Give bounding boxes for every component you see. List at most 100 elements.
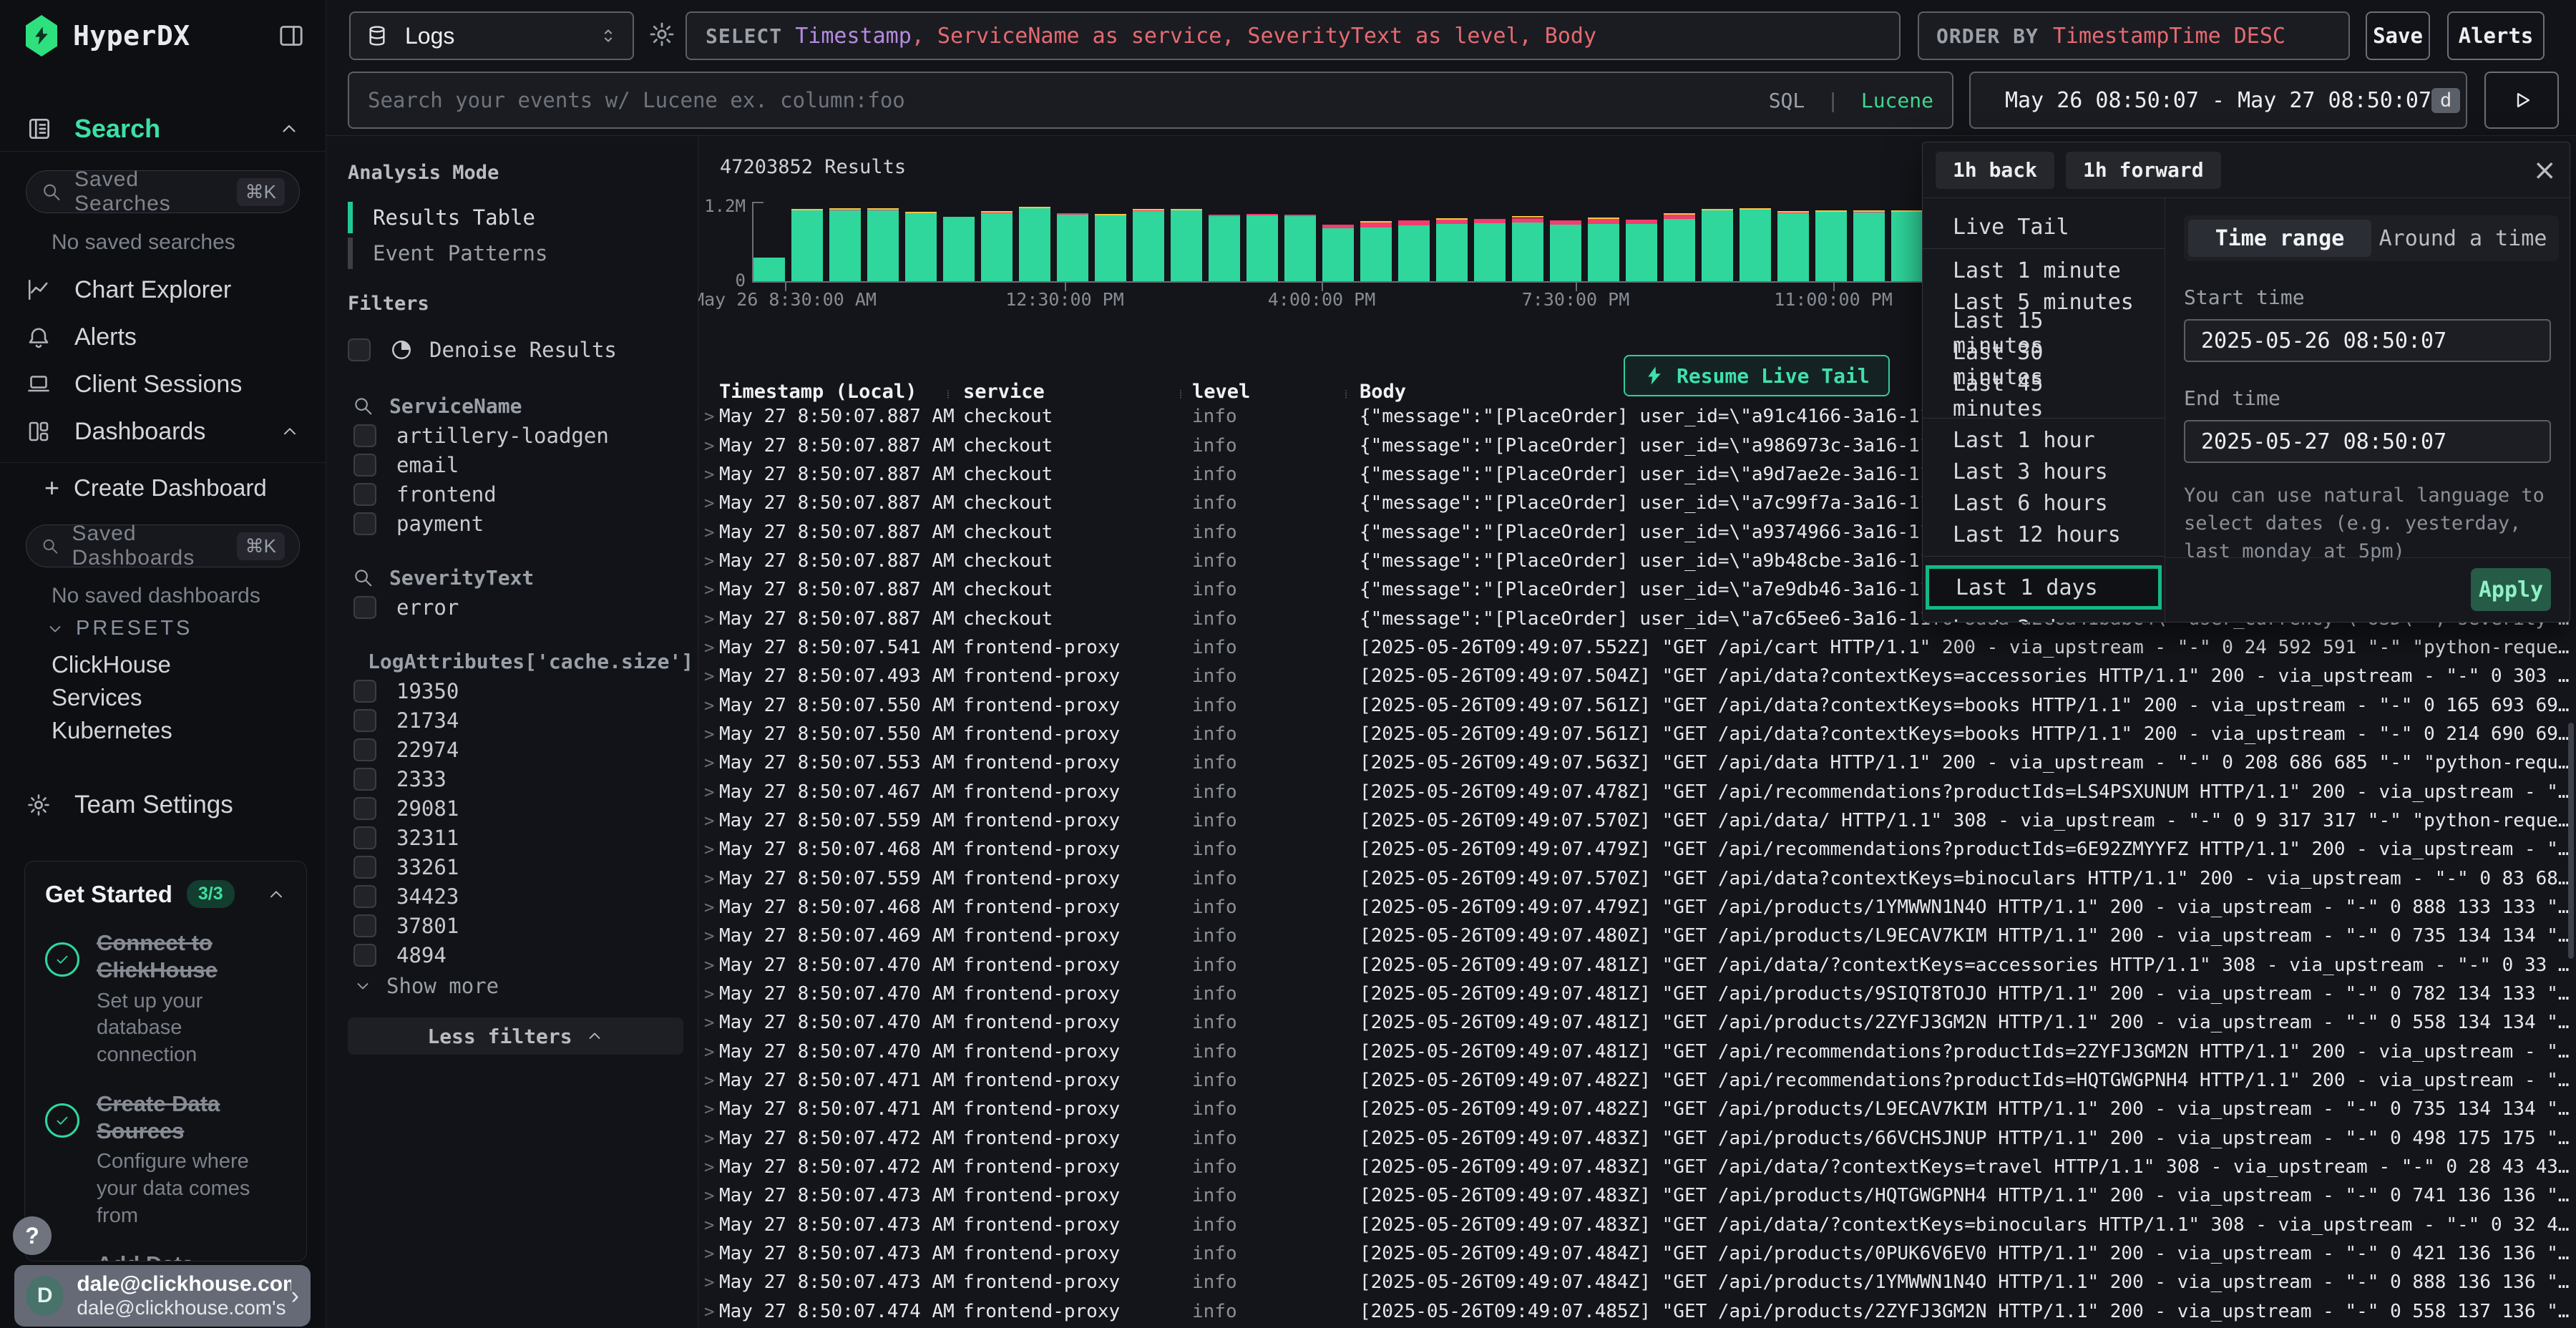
histogram-bar[interactable]	[1436, 220, 1468, 224]
expand-row-icon[interactable]: >	[704, 551, 719, 571]
histogram-bar[interactable]	[1550, 220, 1581, 225]
table-row[interactable]: >May 27 8:50:07.474 AMfrontend-proxyinfo…	[698, 1297, 2576, 1326]
filter-option[interactable]: 34423	[348, 882, 683, 911]
histogram-bar[interactable]	[1360, 221, 1392, 223]
histogram-bar[interactable]	[1284, 215, 1316, 216]
end-time-input[interactable]: 2025-05-27 08:50:07	[2184, 420, 2551, 463]
filter-option[interactable]: error	[348, 592, 683, 622]
checkbox[interactable]	[353, 944, 376, 967]
save-button[interactable]: Save	[2366, 11, 2430, 60]
histogram-bar[interactable]	[1740, 208, 1771, 210]
histogram-bar[interactable]	[981, 211, 1013, 213]
filter-option[interactable]: 4894	[348, 940, 683, 970]
filter-option[interactable]: 21734	[348, 706, 683, 735]
chevron-up-icon[interactable]	[278, 118, 300, 140]
histogram-bar[interactable]	[981, 213, 1013, 281]
histogram-bar[interactable]	[1019, 208, 1050, 281]
histogram-bar[interactable]	[1474, 219, 1506, 223]
user-account-chip[interactable]: D dale@clickhouse.com dale@clickhouse.co…	[14, 1265, 311, 1327]
expand-row-icon[interactable]: >	[704, 609, 719, 629]
checkbox[interactable]	[353, 512, 376, 535]
expand-row-icon[interactable]: >	[704, 1272, 719, 1292]
chevron-up-icon[interactable]	[280, 421, 300, 441]
analysis-mode-results-table[interactable]: Results Table	[348, 200, 683, 235]
histogram-bar[interactable]	[1398, 220, 1430, 225]
filter-option[interactable]: 2333	[348, 764, 683, 794]
histogram-bar[interactable]	[1512, 223, 1543, 281]
checkbox[interactable]	[353, 680, 376, 703]
checkbox[interactable]	[353, 454, 376, 477]
expand-row-icon[interactable]: >	[704, 724, 719, 744]
histogram-bar[interactable]	[1360, 228, 1392, 281]
sql-toggle[interactable]: SQL	[1769, 89, 1805, 112]
table-row[interactable]: >May 27 8:50:07.559 AMfrontend-proxyinfo…	[698, 806, 2576, 835]
filter-group-header[interactable]: ServiceName	[348, 391, 683, 421]
histogram-bar[interactable]	[1512, 218, 1543, 223]
histogram-bar[interactable]	[1095, 214, 1126, 215]
denoise-results-option[interactable]: Denoise Results	[348, 333, 683, 366]
table-row[interactable]: >May 27 8:50:07.473 AMfrontend-proxyinfo…	[698, 1211, 2576, 1239]
apply-button[interactable]: Apply	[2471, 568, 2551, 611]
help-button[interactable]: ?	[13, 1216, 52, 1255]
time-preset-last-6-hours[interactable]: Last 6 hours	[1923, 487, 2165, 519]
checkbox[interactable]	[353, 826, 376, 849]
get-started-step[interactable]: Add DataStart sending logs, metrics, or …	[45, 1251, 286, 1261]
time-preset-last-3-hours[interactable]: Last 3 hours	[1923, 456, 2165, 487]
histogram-bar[interactable]	[1702, 210, 1733, 281]
histogram-bar[interactable]	[1474, 223, 1506, 281]
expand-row-icon[interactable]: >	[704, 811, 719, 831]
table-row[interactable]: >May 27 8:50:07.541 AMfrontend-proxyinfo…	[698, 633, 2576, 662]
histogram-bar[interactable]	[1171, 210, 1202, 281]
checkbox[interactable]	[353, 596, 376, 619]
saved-dashboards-input[interactable]: Saved Dashboards ⌘K	[26, 524, 300, 567]
expand-row-icon[interactable]: >	[704, 1042, 719, 1062]
expand-row-icon[interactable]: >	[704, 1186, 719, 1206]
table-row[interactable]: >May 27 8:50:07.471 AMfrontend-proxyinfo…	[698, 1095, 2576, 1123]
histogram-bar[interactable]	[1777, 213, 1809, 281]
histogram-bar[interactable]	[1171, 209, 1202, 210]
histogram-bar[interactable]	[753, 258, 785, 281]
table-row[interactable]: >May 27 8:50:07.468 AMfrontend-proxyinfo…	[698, 835, 2576, 864]
select-query-input[interactable]: SELECT Timestamp, ServiceName as service…	[686, 11, 1901, 60]
sidebar-item-client-sessions[interactable]: Client Sessions	[0, 361, 326, 408]
histogram-bar[interactable]	[1246, 214, 1278, 215]
expand-row-icon[interactable]: >	[704, 955, 719, 975]
histogram-bar[interactable]	[867, 208, 899, 210]
column-header-level[interactable]: level	[1192, 381, 1250, 403]
table-row[interactable]: >May 27 8:50:07.472 AMfrontend-proxyinfo…	[698, 1153, 2576, 1181]
histogram-bar[interactable]	[1702, 209, 1733, 210]
table-row[interactable]: >May 27 8:50:07.468 AMfrontend-proxyinfo…	[698, 893, 2576, 922]
table-row[interactable]: >May 27 8:50:07.493 AMfrontend-proxyinfo…	[698, 662, 2576, 690]
histogram-bar[interactable]	[1057, 213, 1088, 215]
histogram-bar[interactable]	[1512, 216, 1543, 218]
histogram-bar[interactable]	[1891, 212, 1923, 281]
histogram-bar[interactable]	[1891, 210, 1923, 212]
histogram-bar[interactable]	[1626, 220, 1657, 224]
expand-row-icon[interactable]: >	[704, 1215, 719, 1235]
expand-row-icon[interactable]: >	[704, 839, 719, 859]
preset-dashboard-clickhouse[interactable]: ClickHouse	[52, 648, 311, 681]
table-row[interactable]: >May 27 8:50:07.473 AMfrontend-proxyinfo…	[698, 1239, 2576, 1268]
run-query-button[interactable]	[2484, 72, 2559, 129]
histogram-bar[interactable]	[829, 208, 861, 210]
time-preset-last-2-days[interactable]: Last 2 days	[1923, 612, 2165, 622]
get-started-step[interactable]: Create Data SourcesConfigure where your …	[45, 1090, 286, 1230]
filter-option[interactable]: 29081	[348, 794, 683, 823]
histogram-bar[interactable]	[1664, 213, 1695, 215]
histogram-bar[interactable]	[1777, 211, 1809, 213]
histogram-bar[interactable]	[1588, 219, 1619, 224]
source-selector[interactable]: Logs	[349, 11, 634, 60]
get-started-header[interactable]: Get Started 3/3	[45, 880, 286, 908]
filter-option[interactable]: 32311	[348, 823, 683, 852]
saved-searches-input[interactable]: Saved Searches ⌘K	[26, 170, 300, 213]
sidebar-collapse-icon[interactable]	[277, 20, 306, 52]
histogram-bar[interactable]	[1322, 228, 1354, 281]
histogram-bar[interactable]	[1360, 223, 1392, 228]
histogram-bar[interactable]	[867, 210, 899, 281]
expand-row-icon[interactable]: >	[704, 580, 719, 600]
table-row[interactable]: >May 27 8:50:07.550 AMfrontend-proxyinfo…	[698, 690, 2576, 719]
table-row[interactable]: >May 27 8:50:07.473 AMfrontend-proxyinfo…	[698, 1181, 2576, 1210]
alerts-button[interactable]: Alerts	[2447, 11, 2545, 60]
column-header-body[interactable]: Body	[1360, 381, 1406, 403]
preset-dashboard-services[interactable]: Services	[52, 681, 311, 714]
